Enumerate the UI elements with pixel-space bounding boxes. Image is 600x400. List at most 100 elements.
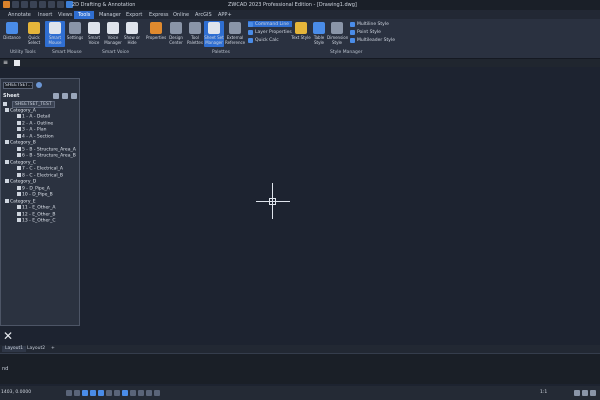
object-track-icon[interactable] (106, 390, 112, 396)
tool-palettes-button[interactable]: Tool Palettes (185, 21, 205, 47)
folder-icon (5, 179, 9, 183)
table-style-button[interactable]: Table Style (309, 21, 329, 47)
properties-button[interactable]: Properties (146, 21, 166, 47)
settings-icon (69, 22, 81, 34)
layer-properties-button[interactable]: Layer Properties (248, 29, 292, 35)
dynamic-input-icon[interactable] (122, 390, 128, 396)
point-style-icon (350, 29, 355, 35)
tab-manager[interactable]: Manager (95, 11, 125, 19)
tab-online[interactable]: Online (169, 11, 193, 19)
smart-voice-button[interactable]: Smart Voice (84, 21, 104, 47)
status-bar: 1403, 0.0000 1:1 (0, 386, 600, 400)
model-space-icon[interactable] (146, 390, 152, 396)
multiline-style-button[interactable]: Multiline Style (350, 21, 389, 27)
panel-label-smart-mouse: Smart Mouse (52, 50, 82, 55)
voice-manager-button[interactable]: Voice Manager (103, 21, 123, 47)
external-reference-button[interactable]: External Reference (225, 21, 245, 47)
quick-calc-button[interactable]: Quick Calc (248, 37, 279, 43)
zwcad-window: 2D Drafting & Annotation ZWCAD 2023 Prof… (0, 0, 600, 400)
sheet-tree: SHEETSET_TEST Category_A 1 - A - Detail … (3, 101, 79, 225)
redo-icon[interactable] (57, 1, 64, 8)
text-style-button[interactable]: Text Style (291, 21, 311, 47)
command-line[interactable]: nd (0, 353, 600, 384)
sheet-set-node-icon (3, 101, 7, 106)
document-icon[interactable] (14, 60, 20, 66)
folder-icon (5, 140, 9, 144)
expand-icon[interactable] (53, 93, 59, 99)
tree-sheet[interactable]: 13 - E_Other_C (3, 218, 79, 225)
sheet-icon (17, 166, 21, 170)
app-menu-icon[interactable] (3, 1, 10, 8)
show-hide-button[interactable]: Show or Hide (122, 21, 142, 47)
tab-layout2[interactable]: Layout2 (24, 346, 48, 352)
sheet-icon (17, 153, 21, 157)
workspace-switcher[interactable]: 2D Drafting & Annotation (72, 2, 135, 8)
workspace-gear-icon[interactable] (574, 390, 580, 396)
ribbon-panel: Distance Quick Select Smart Mouse Settin… (0, 19, 600, 59)
smart-mouse-button[interactable]: Smart Mouse (45, 21, 65, 47)
multileader-style-button[interactable]: Multileader Style (350, 37, 395, 43)
tab-annotate[interactable]: Annotate (4, 11, 35, 19)
title-bar: 2D Drafting & Annotation ZWCAD 2023 Prof… (0, 0, 600, 10)
sheet-list-header: Sheet (3, 93, 79, 100)
tool-palettes-icon (189, 22, 201, 34)
tab-export[interactable]: Export (122, 11, 146, 19)
sheet-icon (17, 185, 21, 190)
units-icon[interactable] (154, 390, 160, 396)
table-style-icon (313, 22, 325, 34)
tab-insert[interactable]: Insert (34, 11, 56, 19)
sheet-icon (17, 120, 21, 125)
drawing-canvas[interactable] (0, 67, 600, 345)
lineweight-icon[interactable] (114, 390, 120, 396)
tab-arcgis[interactable]: ArcGIS (191, 11, 216, 19)
print-icon[interactable] (39, 1, 46, 8)
snap-icon[interactable] (66, 390, 72, 396)
hamburger-menu-icon[interactable]: ≡ (3, 60, 8, 66)
command-line-button[interactable]: Command Line (248, 21, 292, 27)
fullscreen-icon[interactable] (582, 390, 588, 396)
dimension-style-icon (331, 22, 343, 34)
grid-icon[interactable] (74, 390, 80, 396)
view-icon[interactable] (62, 93, 68, 99)
tab-layout1[interactable]: Layout1 (2, 346, 27, 352)
settings-button[interactable]: Settings (65, 21, 85, 47)
layer-properties-icon (248, 29, 253, 35)
undo-icon[interactable] (48, 1, 55, 8)
quick-access-toolbar (3, 1, 73, 8)
sheet-header-label: Sheet (3, 93, 20, 99)
show-hide-icon (126, 22, 138, 34)
sheet-set-manager-button[interactable]: Sheet Set Manager (204, 21, 224, 47)
tab-app-plus[interactable]: APP+ (214, 11, 236, 19)
add-layout-button[interactable]: + (48, 346, 58, 352)
document-tab-strip: ≡ (0, 59, 600, 67)
point-style-button[interactable]: Point Style (350, 29, 381, 35)
transparency-icon[interactable] (130, 390, 136, 396)
customize-icon[interactable] (590, 390, 596, 396)
microphone-icon (88, 22, 100, 34)
design-center-icon (170, 22, 182, 34)
sheet-icon (17, 114, 21, 118)
measure-distance-icon (6, 22, 18, 34)
ortho-icon[interactable] (82, 390, 88, 396)
sheet-set-selector[interactable]: SHEETSET... (3, 81, 33, 89)
annotation-scale[interactable]: 1:1 (540, 390, 547, 395)
open-file-icon[interactable] (21, 1, 28, 8)
sheet-set-icon (208, 22, 220, 34)
save-icon[interactable] (30, 1, 37, 8)
sheet-icon (17, 172, 21, 177)
sheet-icon (17, 133, 21, 138)
object-snap-icon[interactable] (98, 390, 104, 396)
sheet-set-option-icon[interactable] (36, 82, 42, 88)
tab-tools[interactable]: Tools (74, 11, 95, 19)
calculator-icon (248, 37, 253, 43)
folder-icon (5, 159, 9, 164)
refresh-icon[interactable] (71, 93, 77, 99)
distance-button[interactable]: Distance (2, 21, 22, 47)
design-center-button[interactable]: Design Center (166, 21, 186, 47)
close-icon[interactable]: ✕ (3, 330, 13, 342)
new-file-icon[interactable] (12, 1, 19, 8)
polar-icon[interactable] (90, 390, 96, 396)
selection-cycling-icon[interactable] (138, 390, 144, 396)
quick-select-button[interactable]: Quick Select (24, 21, 44, 47)
dimension-style-button[interactable]: Dimension Style (327, 21, 348, 47)
